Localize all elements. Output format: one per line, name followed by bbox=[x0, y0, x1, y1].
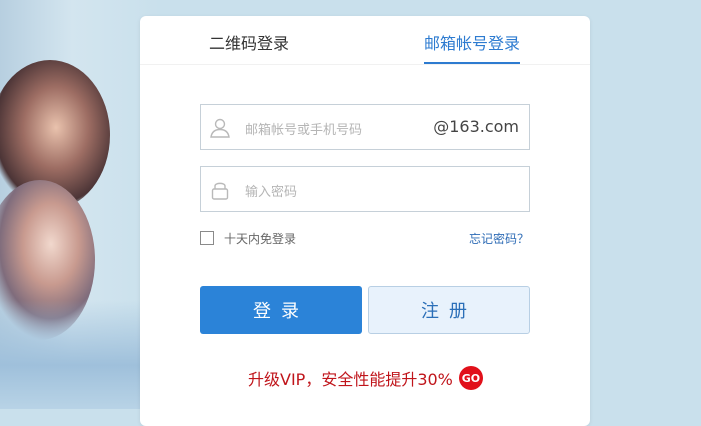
vip-promo[interactable]: 升级VIP，安全性能提升30% GO bbox=[248, 366, 483, 390]
tab-qr-login[interactable]: 二维码登录 bbox=[209, 30, 289, 64]
login-panel: 二维码登录 邮箱帐号登录 邮箱帐号或手机号码 @163.com 输入密码 十天内… bbox=[140, 16, 590, 426]
background-artwork bbox=[0, 0, 160, 409]
email-domain-suffix: @163.com bbox=[433, 117, 519, 136]
password-field[interactable]: 输入密码 bbox=[200, 166, 530, 212]
go-badge[interactable]: GO bbox=[458, 366, 483, 390]
vip-promo-text: 升级VIP，安全性能提升30% bbox=[248, 370, 453, 389]
account-field[interactable]: 邮箱帐号或手机号码 @163.com bbox=[200, 104, 530, 150]
password-placeholder: 输入密码 bbox=[245, 185, 298, 200]
remember-label: 十天内免登录 bbox=[224, 231, 297, 246]
mist-decoration bbox=[0, 300, 160, 409]
login-button[interactable]: 登录 bbox=[200, 286, 362, 334]
user-icon bbox=[209, 117, 231, 139]
remember-checkbox[interactable] bbox=[200, 231, 214, 245]
forgot-password-link[interactable]: 忘记密码？ bbox=[469, 230, 529, 247]
remember-me: 十天内免登录 bbox=[200, 229, 296, 247]
register-button[interactable]: 注册 bbox=[368, 286, 530, 334]
tab-email-login[interactable]: 邮箱帐号登录 bbox=[424, 30, 521, 64]
account-placeholder: 邮箱帐号或手机号码 bbox=[245, 123, 363, 138]
lock-icon bbox=[209, 179, 231, 201]
login-tabs: 二维码登录 邮箱帐号登录 bbox=[140, 16, 590, 65]
